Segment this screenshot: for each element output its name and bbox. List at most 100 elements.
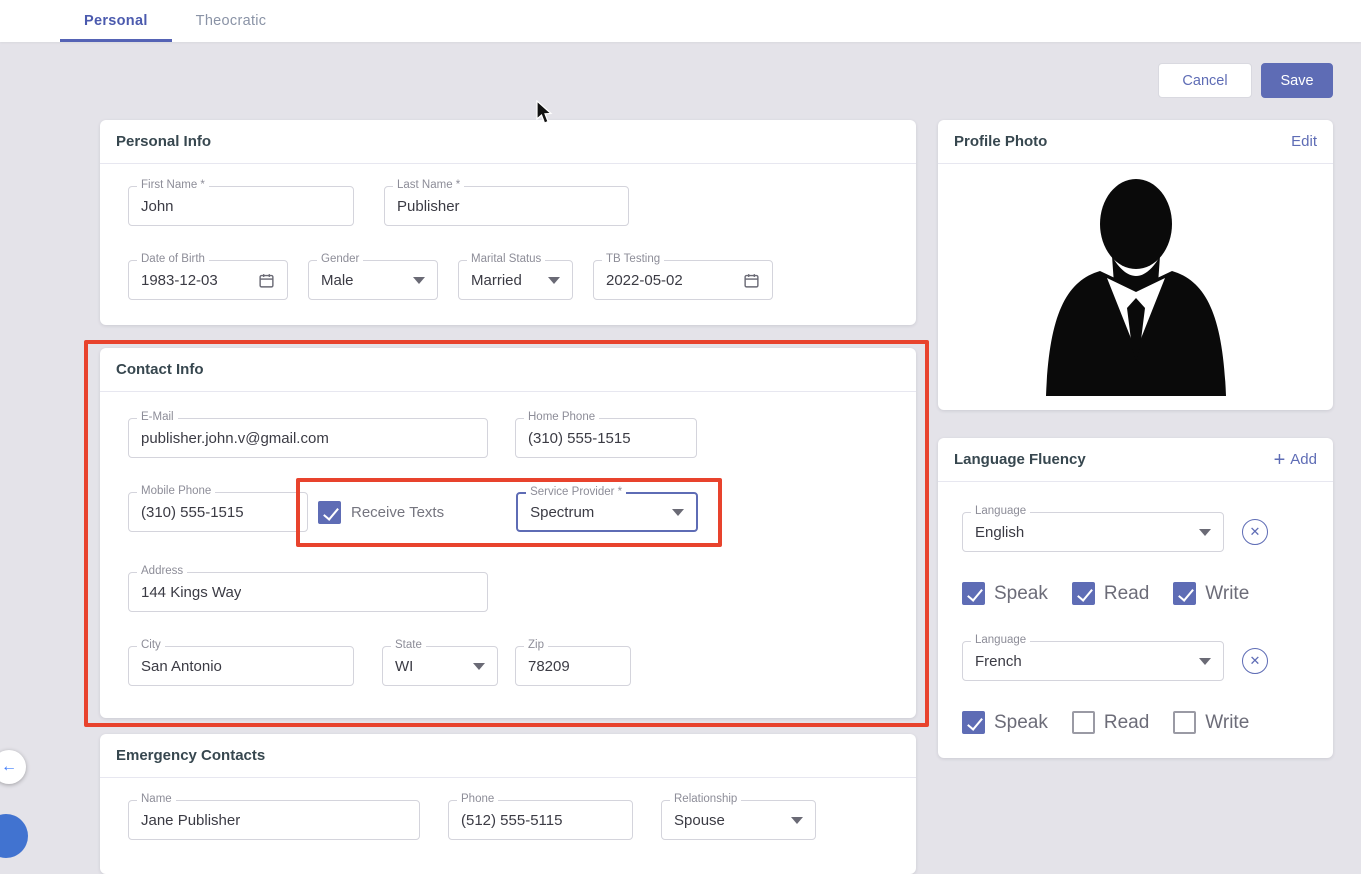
back-button[interactable]: ← [0, 750, 26, 784]
language-fluency-title: Language Fluency [954, 451, 1086, 468]
read-checkbox[interactable] [1071, 711, 1095, 734]
gender-label: Gender [317, 253, 364, 265]
first-name-label: First Name * [137, 179, 209, 191]
write-checkbox[interactable] [1173, 582, 1197, 605]
contact-info-title: Contact Info [116, 361, 204, 378]
chevron-down-icon [672, 508, 685, 516]
tab-theocratic-label: Theocratic [195, 13, 267, 29]
profile-photo-body [938, 164, 1333, 396]
zip-value: 78209 [528, 657, 570, 675]
speak-checkbox[interactable] [962, 711, 985, 734]
speak-checkbox[interactable] [962, 582, 985, 605]
skill-speak: Speak [962, 711, 1048, 734]
read-label: Read [1103, 711, 1150, 733]
marital-status-select[interactable]: Marital Status Married [458, 253, 573, 300]
relationship-select[interactable]: Relationship Spouse [661, 793, 816, 840]
form-row: Address 144 Kings Way [128, 565, 888, 612]
close-icon: ✕ [1249, 653, 1261, 668]
tb-testing-field[interactable]: TB Testing 2022-05-02 [593, 253, 773, 300]
chevron-down-icon [1199, 657, 1211, 665]
emergency-name-value: Jane Publisher [141, 811, 241, 829]
address-value: 144 Kings Way [141, 583, 242, 601]
date-of-birth-label: Date of Birth [137, 253, 209, 265]
remove-language-button[interactable]: ✕ [1242, 648, 1268, 674]
emergency-contacts-header: Emergency Contacts [100, 734, 916, 778]
tab-theocratic[interactable]: Theocratic [172, 0, 291, 42]
zip-label: Zip [524, 639, 548, 651]
remove-language-button[interactable]: ✕ [1242, 519, 1268, 545]
tab-personal-label: Personal [84, 13, 148, 29]
first-name-field[interactable]: First Name * John [128, 179, 354, 226]
language-value: French [975, 652, 1022, 670]
language-select[interactable]: Language English [962, 505, 1224, 552]
calendar-icon[interactable] [737, 272, 760, 289]
receive-texts-checkbox[interactable] [318, 500, 341, 524]
language-fluency-header: Language Fluency + Add [938, 438, 1333, 482]
language-fluency-card: Language Fluency + Add Language English … [938, 438, 1333, 758]
arrow-left-icon: ← [1, 758, 17, 775]
home-phone-field[interactable]: Home Phone (310) 555-1515 [515, 411, 697, 458]
emergency-phone-label: Phone [457, 793, 499, 805]
contact-info-header: Contact Info [100, 348, 916, 392]
language-select[interactable]: Language French [962, 634, 1224, 681]
address-field[interactable]: Address 144 Kings Way [128, 565, 488, 612]
form-row: City San Antonio State WI Zip 78209 [128, 639, 888, 686]
relationship-value: Spouse [674, 811, 725, 829]
profile-photo-card: Profile Photo Edit [938, 120, 1333, 410]
personal-info-header: Personal Info [100, 120, 916, 164]
language-value: English [975, 523, 1025, 541]
email-field[interactable]: E-Mail publisher.john.v@gmail.com [128, 411, 488, 458]
mobile-phone-value: (310) 555-1515 [141, 503, 244, 521]
contact-info-body: E-Mail publisher.john.v@gmail.com Home P… [100, 392, 916, 686]
emergency-name-field[interactable]: Name Jane Publisher [128, 793, 420, 840]
mobile-phone-field[interactable]: Mobile Phone (310) 555-1515 [128, 485, 308, 532]
state-select[interactable]: State WI [382, 639, 498, 686]
gender-value: Male [321, 271, 354, 289]
write-checkbox[interactable] [1173, 711, 1197, 734]
last-name-field[interactable]: Last Name * Publisher [384, 179, 629, 226]
emergency-contacts-body: Name Jane Publisher Phone (512) 555-5115… [100, 778, 916, 840]
save-button[interactable]: Save [1261, 63, 1333, 98]
chevron-down-icon [548, 276, 560, 284]
form-row: Mobile Phone (310) 555-1515 Receive Text… [128, 485, 888, 532]
email-value: publisher.john.v@gmail.com [141, 429, 329, 447]
language-row: Language French ✕ [962, 634, 1309, 681]
last-name-label: Last Name * [393, 179, 465, 191]
read-checkbox[interactable] [1071, 582, 1095, 605]
zip-field[interactable]: Zip 78209 [515, 639, 631, 686]
form-row: Name Jane Publisher Phone (512) 555-5115… [128, 793, 888, 840]
profile-photo-header: Profile Photo Edit [938, 120, 1333, 164]
address-label: Address [137, 565, 188, 577]
corner-fab-button[interactable] [0, 814, 28, 858]
emergency-contacts-title: Emergency Contacts [116, 747, 266, 764]
city-field[interactable]: City San Antonio [128, 639, 354, 686]
emergency-phone-field[interactable]: Phone (512) 555-5115 [448, 793, 633, 840]
tab-personal[interactable]: Personal [60, 0, 172, 42]
calendar-icon[interactable] [252, 272, 275, 289]
emergency-phone-value: (512) 555-5115 [461, 811, 563, 829]
skill-row: Speak Read Write [962, 711, 1309, 734]
service-provider-label: Service Provider * [526, 486, 627, 498]
receive-texts-label: Receive Texts [351, 503, 445, 521]
home-phone-value: (310) 555-1515 [528, 429, 631, 447]
service-provider-select[interactable]: Service Provider * Spectrum [516, 486, 699, 532]
write-label: Write [1205, 582, 1250, 604]
tab-bar: Personal Theocratic [0, 0, 1361, 42]
mobile-phone-label: Mobile Phone [137, 485, 216, 497]
edit-photo-button[interactable]: Edit [1291, 133, 1317, 150]
cancel-button[interactable]: Cancel [1158, 63, 1252, 98]
date-of-birth-field[interactable]: Date of Birth 1983-12-03 [128, 253, 288, 300]
chevron-down-icon [413, 276, 425, 284]
marital-status-value: Married [471, 271, 522, 289]
date-of-birth-value: 1983-12-03 [141, 271, 218, 289]
chevron-down-icon [473, 662, 485, 670]
gender-select[interactable]: Gender Male [308, 253, 438, 300]
profile-photo-image [1045, 179, 1226, 396]
personal-info-body: First Name * John Last Name * Publisher … [100, 164, 916, 300]
skill-row: Speak Read Write [962, 582, 1309, 605]
tb-testing-label: TB Testing [602, 253, 665, 265]
language-fluency-body: Language English ✕ Speak Read Write Lang… [938, 482, 1333, 734]
skill-read: Read [1071, 582, 1149, 605]
add-language-button[interactable]: + Add [1274, 450, 1317, 470]
skill-speak: Speak [962, 582, 1048, 605]
